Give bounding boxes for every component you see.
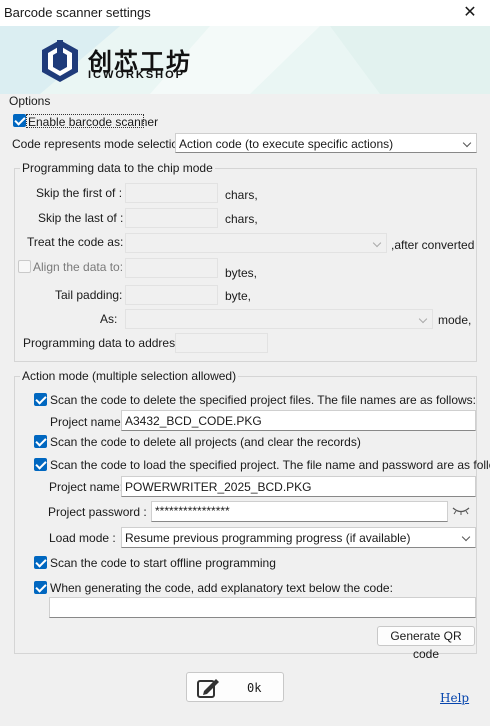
- skip-last-input[interactable]: [125, 208, 218, 228]
- edit-icon: [197, 679, 219, 698]
- banner: 创芯工坊 ICWORKSHOP: [0, 26, 490, 94]
- treat-code-dropdown[interactable]: [125, 233, 387, 253]
- action-group-title: Action mode (multiple selection allowed): [20, 369, 239, 383]
- hide-password-icon[interactable]: [452, 505, 470, 517]
- project-password-value: ****************: [155, 504, 230, 518]
- close-button[interactable]: ✕: [450, 0, 490, 26]
- programming-group-title: Programming data to the chip mode: [20, 161, 215, 175]
- generate-qr-button[interactable]: Generate QR code: [377, 626, 475, 661]
- load-project-checkbox[interactable]: [34, 458, 47, 471]
- ok-button[interactable]: 0k: [186, 672, 284, 702]
- delete-project-name-value: A3432_BCD_CODE.PKG: [125, 414, 262, 428]
- align-data-unit: bytes,: [225, 266, 258, 280]
- delete-files-checkbox[interactable]: [34, 393, 47, 406]
- help-link[interactable]: Help: [440, 691, 469, 705]
- mode-selection-label: Code represents mode selection:: [12, 137, 189, 151]
- as-label: As:: [100, 312, 118, 326]
- enable-scanner-checkbox[interactable]: [13, 114, 26, 127]
- skip-first-label: Skip the first of :: [36, 186, 123, 200]
- chevron-down-icon: [418, 314, 428, 324]
- generate-qr-label: Generate QR code: [390, 629, 462, 661]
- load-mode-label: Load mode :: [49, 531, 116, 545]
- delete-project-name-label: Project name:: [50, 415, 125, 429]
- load-project-label: Scan the code to load the specified proj…: [50, 458, 490, 472]
- window-title: Barcode scanner settings: [4, 5, 151, 20]
- treat-code-suffix: ,after converted: [391, 238, 475, 252]
- offline-programming-checkbox[interactable]: [34, 556, 47, 569]
- chevron-down-icon: [462, 138, 472, 148]
- tail-padding-input[interactable]: [125, 285, 218, 305]
- mode-selection-value: Action code (to execute specific actions…: [179, 137, 394, 151]
- chevron-down-icon: [372, 238, 382, 248]
- load-project-name-label: Project name:: [49, 480, 124, 494]
- explanatory-text-label: When generating the code, add explanator…: [50, 581, 393, 595]
- offline-programming-label: Scan the code to start offline programmi…: [50, 556, 276, 570]
- tail-padding-label: Tail padding:: [55, 288, 123, 302]
- as-mode-suffix: mode,: [438, 313, 472, 327]
- delete-all-label: Scan the code to delete all projects (an…: [50, 435, 361, 449]
- options-group-title: Options: [9, 94, 51, 108]
- treat-code-label: Treat the code as:: [27, 235, 124, 249]
- skip-last-label: Skip the last of :: [38, 211, 124, 225]
- delete-files-label: Scan the code to delete the specified pr…: [50, 393, 477, 407]
- address-label: Programming data to address:: [23, 336, 185, 350]
- skip-first-unit: chars,: [225, 188, 258, 202]
- align-data-input[interactable]: [125, 258, 218, 278]
- enable-scanner-label: Enable barcode scanner: [28, 115, 159, 129]
- skip-last-unit: chars,: [225, 212, 258, 226]
- icworkshop-logo-icon: [42, 40, 78, 82]
- skip-first-input[interactable]: [125, 183, 218, 203]
- title-bar: Barcode scanner settings ✕: [0, 0, 490, 26]
- align-data-label: Align the data to:: [33, 260, 124, 274]
- ok-label: 0k: [247, 681, 262, 695]
- mode-selection-dropdown[interactable]: Action code (to execute specific actions…: [175, 133, 477, 153]
- explanatory-text-checkbox[interactable]: [34, 581, 47, 594]
- project-password-input[interactable]: ****************: [151, 501, 448, 522]
- explanatory-text-input[interactable]: [49, 597, 476, 618]
- load-project-name-input[interactable]: POWERWRITER_2025_BCD.PKG: [121, 476, 476, 497]
- chevron-down-icon: [461, 532, 471, 542]
- as-mode-dropdown[interactable]: [125, 309, 433, 329]
- project-password-label: Project password :: [48, 505, 147, 519]
- address-input[interactable]: [175, 333, 268, 353]
- brand-name-en: ICWORKSHOP: [88, 69, 185, 81]
- close-icon: ✕: [463, 4, 477, 21]
- delete-all-checkbox[interactable]: [34, 435, 47, 448]
- delete-project-name-input[interactable]: A3432_BCD_CODE.PKG: [121, 410, 476, 431]
- load-project-name-value: POWERWRITER_2025_BCD.PKG: [125, 480, 312, 494]
- load-mode-value: Resume previous programming progress (if…: [125, 531, 411, 545]
- load-mode-dropdown[interactable]: Resume previous programming progress (if…: [121, 527, 476, 548]
- align-data-checkbox[interactable]: [18, 260, 31, 273]
- tail-padding-unit: byte,: [225, 289, 252, 303]
